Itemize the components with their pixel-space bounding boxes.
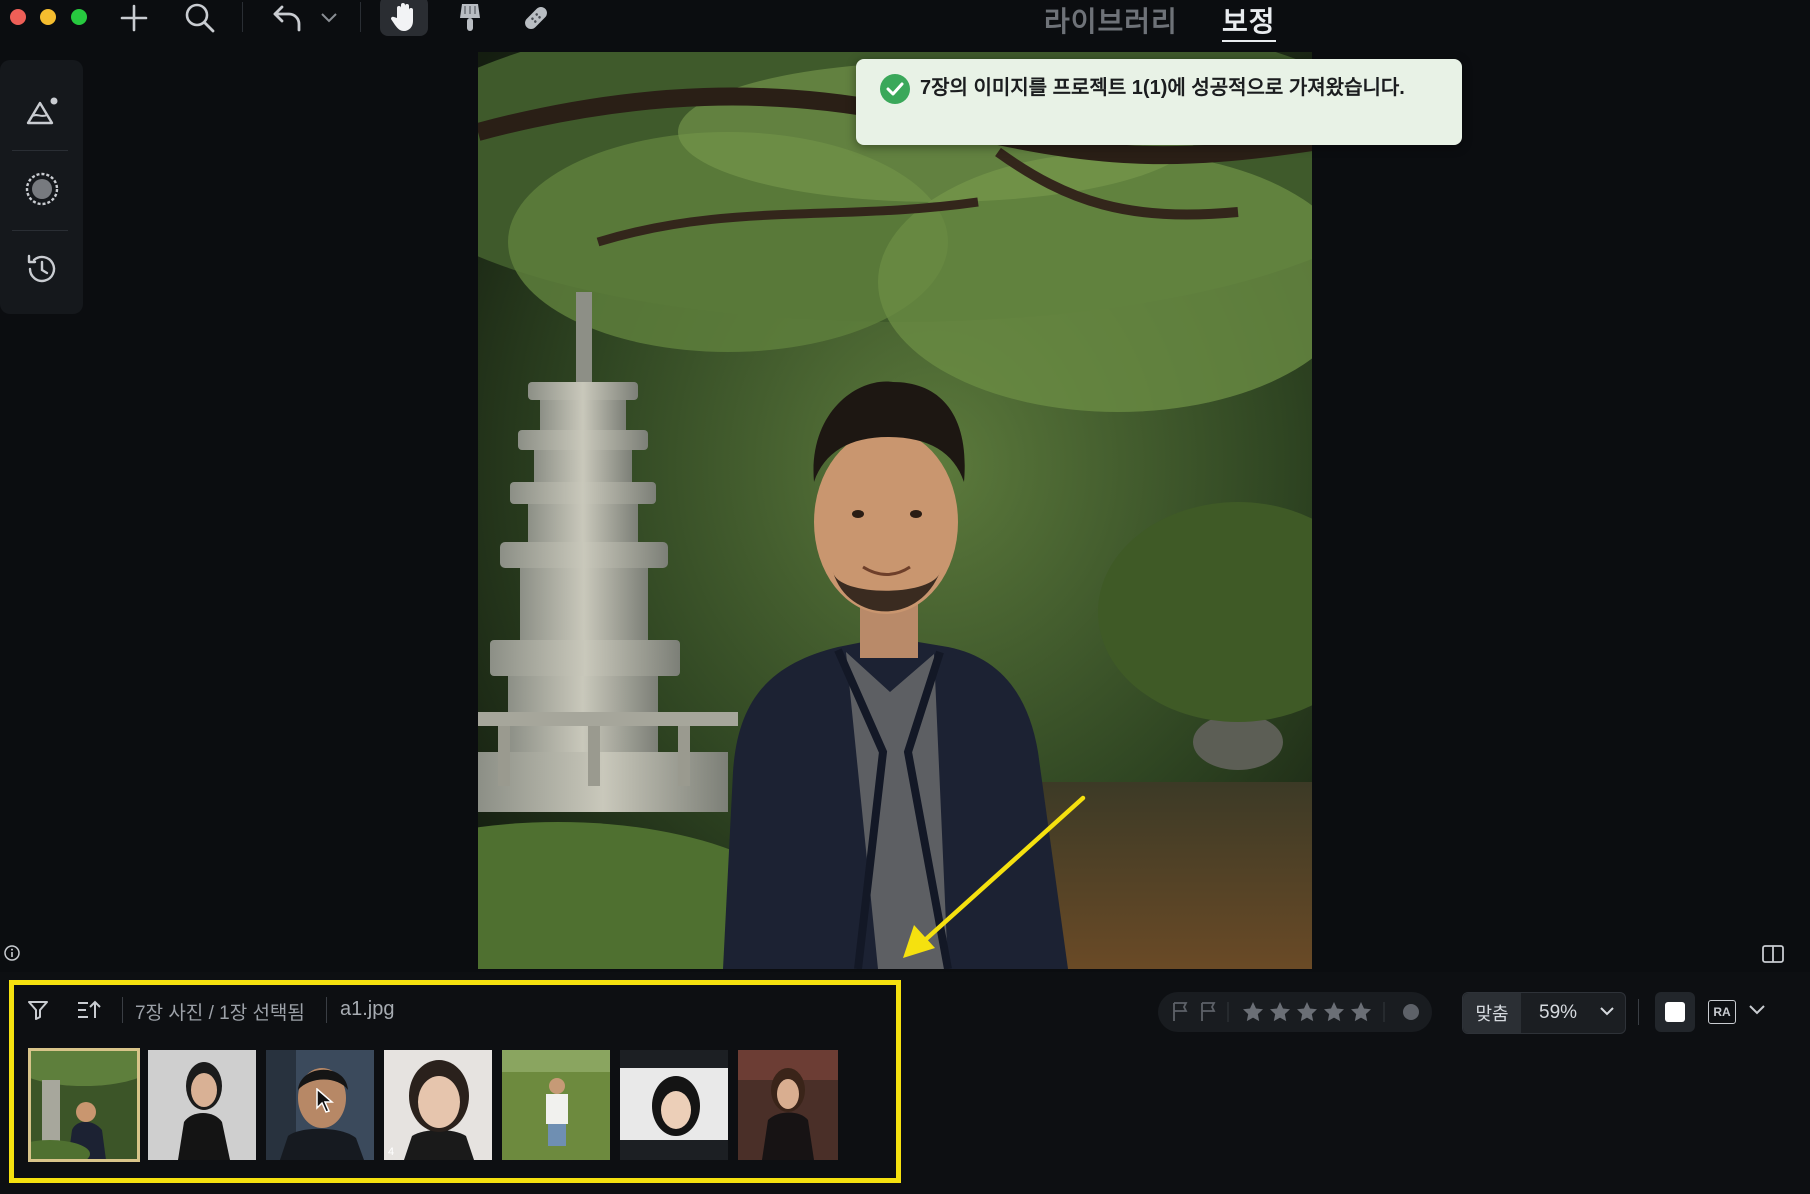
- star-4-icon: [1324, 1002, 1344, 1022]
- flag-rating-group: [1158, 992, 1432, 1032]
- star-2-icon: [1270, 1002, 1290, 1022]
- zoom-control[interactable]: 맞춤 59%: [1462, 992, 1626, 1034]
- filmstrip-divider: [1638, 999, 1639, 1025]
- color-label-icon[interactable]: [1403, 1004, 1419, 1020]
- filmstrip-highlight-box: [9, 980, 901, 1183]
- star-5-icon: [1351, 1002, 1371, 1022]
- raw-badge-icon[interactable]: RA: [1708, 1000, 1736, 1024]
- info-icon[interactable]: [4, 945, 20, 961]
- toast-message: 7장의 이미지를 프로젝트 1(1)에 성공적으로 가져왔습니다.: [920, 77, 1405, 99]
- zoom-level[interactable]: 59%: [1539, 1002, 1577, 1024]
- import-success-toast: 7장의 이미지를 프로젝트 1(1)에 성공적으로 가져왔습니다.: [856, 59, 1462, 145]
- fit-zoom-button[interactable]: 맞춤: [1463, 993, 1521, 1033]
- view-options-chevron-down-icon[interactable]: [1748, 1004, 1766, 1016]
- success-check-icon: [880, 74, 910, 104]
- compare-view-icon[interactable]: [1762, 944, 1784, 964]
- pick-flag-icon[interactable]: [1201, 1002, 1216, 1021]
- zoom-chevron-down-icon[interactable]: [1599, 1006, 1615, 1018]
- background-color-button[interactable]: [1655, 992, 1695, 1032]
- white-square-icon: [1665, 1002, 1685, 1022]
- reject-flag-icon[interactable]: [1173, 1002, 1188, 1021]
- star-1-icon: [1243, 1002, 1263, 1022]
- star-3-icon: [1297, 1002, 1317, 1022]
